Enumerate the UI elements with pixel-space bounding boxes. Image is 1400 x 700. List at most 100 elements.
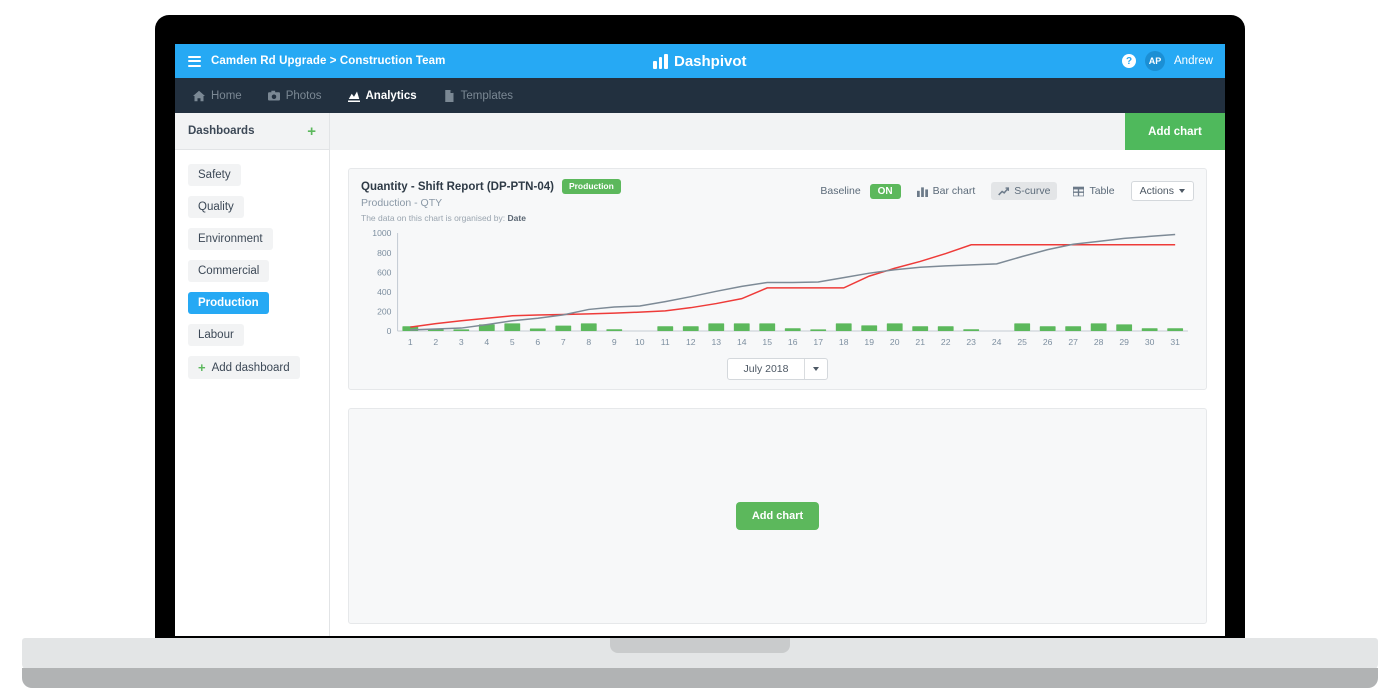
sidebar-item-quality[interactable]: Quality xyxy=(188,196,244,218)
breadcrumb[interactable]: Camden Rd Upgrade > Construction Team xyxy=(211,55,445,67)
bar-chart-icon xyxy=(917,186,928,197)
add-chart-button-empty[interactable]: Add chart xyxy=(736,502,819,530)
s-curve-icon xyxy=(998,186,1009,197)
main-body: Quantity - Shift Report (DP-PTN-04) Prod… xyxy=(330,150,1225,636)
hamburger-icon[interactable] xyxy=(188,56,201,67)
svg-text:24: 24 xyxy=(992,337,1002,347)
svg-text:26: 26 xyxy=(1043,337,1053,347)
app-screen: Camden Rd Upgrade > Construction Team Da… xyxy=(175,44,1225,636)
nav-item-templates[interactable]: Templates xyxy=(443,90,513,102)
svg-text:1000: 1000 xyxy=(372,229,391,238)
svg-text:2: 2 xyxy=(433,337,438,347)
nav-label-templates: Templates xyxy=(461,90,513,102)
view-table-label: Table xyxy=(1089,185,1114,197)
user-name[interactable]: Andrew xyxy=(1174,55,1213,67)
svg-text:4: 4 xyxy=(484,337,489,347)
svg-text:14: 14 xyxy=(737,337,747,347)
main-nav: Home Photos Analytics Templates xyxy=(175,78,1225,113)
plus-icon[interactable]: + xyxy=(307,124,316,139)
svg-text:27: 27 xyxy=(1068,337,1078,347)
chart-meta-value: Date xyxy=(508,213,526,223)
top-bar: Camden Rd Upgrade > Construction Team Da… xyxy=(175,44,1225,78)
svg-text:8: 8 xyxy=(586,337,591,347)
nav-item-analytics[interactable]: Analytics xyxy=(348,90,417,102)
status-badge: Production xyxy=(562,179,621,194)
laptop-trackpad-notch xyxy=(610,638,790,653)
svg-text:29: 29 xyxy=(1119,337,1129,347)
svg-text:0: 0 xyxy=(387,326,392,336)
svg-text:7: 7 xyxy=(561,337,566,347)
nav-item-home[interactable]: Home xyxy=(193,90,242,102)
svg-text:25: 25 xyxy=(1017,337,1027,347)
svg-text:15: 15 xyxy=(762,337,772,347)
top-bar-right: ? AP Andrew xyxy=(1122,44,1213,78)
actions-label: Actions xyxy=(1140,185,1174,197)
sidebar-header: Dashboards + xyxy=(175,113,329,150)
month-selector-row: July 2018 xyxy=(361,358,1194,380)
help-icon[interactable]: ? xyxy=(1122,54,1136,68)
svg-text:23: 23 xyxy=(966,337,976,347)
sidebar-item-labour[interactable]: Labour xyxy=(188,324,244,346)
svg-text:800: 800 xyxy=(377,248,392,258)
svg-text:18: 18 xyxy=(839,337,849,347)
svg-text:5: 5 xyxy=(510,337,515,347)
chart-svg: 0200400600800100012345678910111213141516… xyxy=(361,229,1194,351)
svg-text:22: 22 xyxy=(941,337,951,347)
svg-text:31: 31 xyxy=(1170,337,1180,347)
baseline-toggle[interactable]: ON xyxy=(870,184,901,199)
dashpivot-logo-icon xyxy=(653,55,668,69)
dashboard-list: Safety Quality Environment Commercial Pr… xyxy=(175,150,329,379)
chart-title: Quantity - Shift Report (DP-PTN-04) xyxy=(361,181,554,193)
svg-text:19: 19 xyxy=(864,337,874,347)
nav-item-photos[interactable]: Photos xyxy=(268,90,322,102)
svg-text:16: 16 xyxy=(788,337,798,347)
chart-toolbar: Baseline ON Bar chart xyxy=(820,179,1194,201)
svg-text:11: 11 xyxy=(661,337,670,347)
chevron-down-icon xyxy=(804,359,827,379)
sidebar: Dashboards + Safety Quality Environment … xyxy=(175,113,330,636)
view-bar-chart-button[interactable]: Bar chart xyxy=(910,182,983,200)
main-header: Add chart xyxy=(330,113,1225,150)
add-dashboard-label: Add dashboard xyxy=(212,362,290,374)
document-icon xyxy=(443,90,455,102)
actions-dropdown[interactable]: Actions xyxy=(1131,181,1194,201)
nav-label-photos: Photos xyxy=(286,90,322,102)
analytics-icon xyxy=(348,90,360,102)
svg-text:6: 6 xyxy=(535,337,540,347)
laptop-foot xyxy=(22,668,1378,688)
svg-text:400: 400 xyxy=(377,287,392,297)
view-s-curve-label: S-curve xyxy=(1014,185,1050,197)
chart-subtitle: Production - QTY xyxy=(361,197,621,209)
svg-text:20: 20 xyxy=(890,337,900,347)
chevron-down-icon xyxy=(1179,189,1185,193)
add-dashboard-button[interactable]: + Add dashboard xyxy=(188,356,300,379)
add-chart-button-top[interactable]: Add chart xyxy=(1125,113,1225,150)
sidebar-item-safety[interactable]: Safety xyxy=(188,164,241,186)
avatar[interactable]: AP xyxy=(1145,51,1165,71)
chart-card: Quantity - Shift Report (DP-PTN-04) Prod… xyxy=(348,168,1207,390)
chart-meta-prefix: The data on this chart is organised by: xyxy=(361,213,505,223)
svg-text:21: 21 xyxy=(915,337,925,347)
sidebar-item-commercial[interactable]: Commercial xyxy=(188,260,269,282)
empty-chart-card: Add chart xyxy=(348,408,1207,624)
chart-plot: 0200400600800100012345678910111213141516… xyxy=(361,229,1194,351)
sidebar-item-environment[interactable]: Environment xyxy=(188,228,273,250)
svg-text:200: 200 xyxy=(377,307,392,317)
sidebar-title: Dashboards xyxy=(188,125,254,137)
home-icon xyxy=(193,90,205,102)
brand-name: Dashpivot xyxy=(674,54,747,69)
view-table-button[interactable]: Table xyxy=(1066,182,1121,200)
svg-text:17: 17 xyxy=(813,337,823,347)
view-s-curve-button[interactable]: S-curve xyxy=(991,182,1057,200)
content-area: Dashboards + Safety Quality Environment … xyxy=(175,113,1225,636)
sidebar-item-production[interactable]: Production xyxy=(188,292,269,314)
svg-text:9: 9 xyxy=(612,337,617,347)
month-selector[interactable]: July 2018 xyxy=(727,358,829,380)
laptop-mockup: Camden Rd Upgrade > Construction Team Da… xyxy=(0,0,1400,700)
nav-label-home: Home xyxy=(211,90,242,102)
baseline-label: Baseline xyxy=(820,185,860,197)
chart-card-titles: Quantity - Shift Report (DP-PTN-04) Prod… xyxy=(361,179,621,223)
view-bar-chart-label: Bar chart xyxy=(933,185,976,197)
svg-text:13: 13 xyxy=(711,337,721,347)
svg-text:30: 30 xyxy=(1145,337,1155,347)
